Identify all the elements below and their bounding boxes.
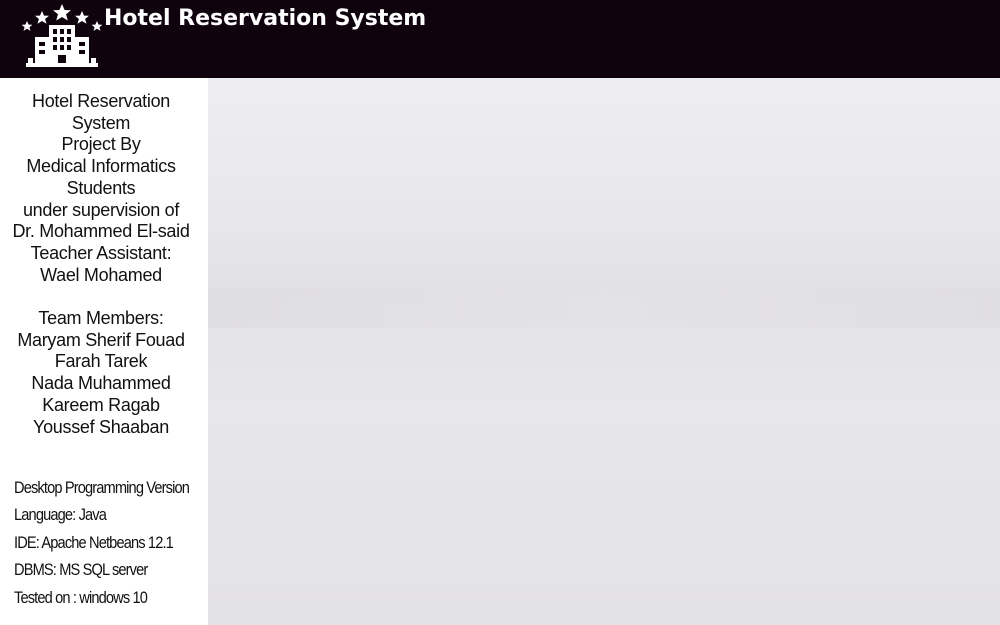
team-member: Nada Muhammed (31, 373, 171, 394)
tech-line: Tested on : windows 10 (14, 587, 148, 607)
info-line: under supervision of (22, 199, 180, 220)
hotel-logo-icon (22, 4, 102, 67)
info-line: System (71, 112, 131, 133)
tech-line: IDE: Apache Netbeans 12.1 (14, 532, 174, 552)
tech-line: Language: Java (14, 505, 107, 525)
info-line: Medical Informatics (26, 156, 176, 177)
background-haze (208, 288, 1000, 328)
tech-line: DBMS: MS SQL server (14, 560, 148, 580)
tech-line: Desktop Programming Version (14, 478, 190, 497)
info-line: Hotel Reservation (32, 91, 170, 111)
tech-info: Desktop Programming Version Language: Ja… (14, 474, 190, 611)
app-header: Hotel Reservation System (0, 0, 1000, 78)
project-info: Hotel Reservation System Project By Medi… (0, 91, 202, 438)
team-member: Youssef Shaaban (33, 416, 169, 437)
info-line: Dr. Mohammed El-said (12, 221, 190, 242)
main-content-area (208, 78, 1000, 625)
team-heading: Team Members: (38, 308, 164, 329)
sidebar-project-info: Hotel Reservation System Project By Medi… (0, 78, 208, 625)
team-member: Maryam Sherif Fouad (17, 329, 185, 350)
team-member: Farah Tarek (54, 351, 148, 372)
info-line: Students (66, 177, 136, 198)
info-line: Project By (61, 134, 141, 155)
info-line: Wael Mohamed (40, 264, 162, 285)
info-line: Teacher Assistant: (30, 242, 172, 263)
team-member: Kareem Ragab (42, 394, 160, 415)
app-title: Hotel Reservation System (104, 6, 427, 31)
